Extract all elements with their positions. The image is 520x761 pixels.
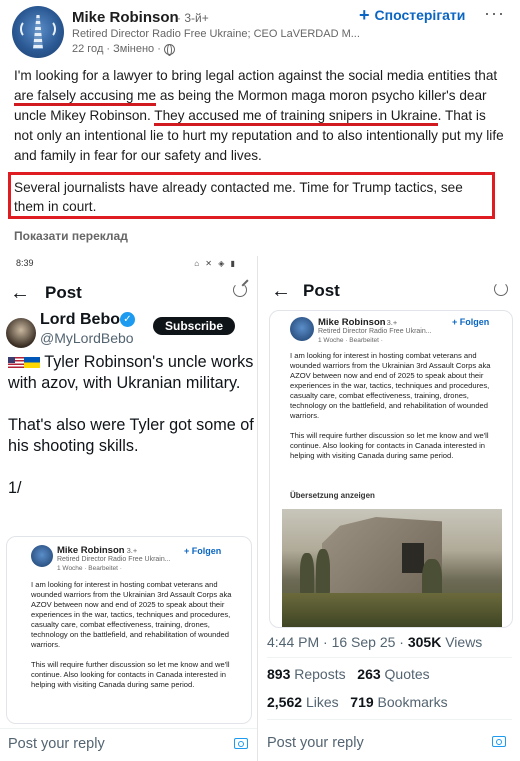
tweet-body: Tyler Robinson's uncle works with azov, … xyxy=(8,352,254,520)
tweet-paragraph: Tyler Robinson's uncle works with azov, … xyxy=(8,352,254,394)
divider xyxy=(267,657,512,658)
post-timestamp: 4:44 PM · 16 Sep 25 · 305K Views xyxy=(267,634,482,650)
plus-icon: + xyxy=(359,5,370,25)
views-count: 305K xyxy=(407,634,442,650)
soldiers-photo xyxy=(282,509,502,627)
embed-follow-label: + Folgen xyxy=(184,546,222,556)
embed-paragraph: I am looking for interest in hosting com… xyxy=(31,580,232,649)
embed-author-name: Mike Robinson xyxy=(57,545,125,556)
author-headline: Retired Director Radio Free Ukraine; CEO… xyxy=(72,28,360,40)
status-icons: ⌂ ✕ ◈ ▮ xyxy=(194,259,237,268)
follow-button[interactable]: + Спостерігати xyxy=(359,5,466,25)
embed-paragraph: I am looking for interest in hosting com… xyxy=(290,351,491,420)
radio-wave-icon xyxy=(42,20,56,38)
avatar[interactable] xyxy=(6,318,36,348)
post-header: ← Post xyxy=(0,280,257,308)
embedded-screenshot[interactable]: Mike Robinson · 3.+ + Folgen Retired Dir… xyxy=(269,310,513,628)
building-opening xyxy=(402,543,424,573)
boxed-paragraph: Several journalists have already contact… xyxy=(14,180,463,214)
embed-headline: Retired Director Radio Free Ukrain... xyxy=(318,328,432,335)
back-arrow-icon[interactable]: ← xyxy=(271,280,291,303)
views-label: Views xyxy=(445,634,483,650)
post-paragraph: I'm looking for a lawyer to bring legal … xyxy=(14,66,504,166)
us-flag-icon xyxy=(8,357,24,368)
body-text: I'm looking for a lawyer to bring legal … xyxy=(14,68,498,83)
back-arrow-icon[interactable]: ← xyxy=(10,282,30,305)
embed-paragraph: This will require further discussion so … xyxy=(290,431,489,460)
embed-follow-label: + Folgen xyxy=(452,317,490,327)
embed-body: I am looking for interest in hosting com… xyxy=(290,351,502,471)
ukraine-flag-icon xyxy=(24,357,40,368)
quotes-label[interactable]: Quotes xyxy=(385,666,430,682)
avatar xyxy=(290,317,314,341)
embed-paragraph: This will require further discussion so … xyxy=(31,660,230,689)
author-handle[interactable]: @MyLordBebo xyxy=(40,330,134,346)
author-name[interactable]: Mike Robinson xyxy=(72,9,179,26)
tweet-paragraph: That's also were Tyler got some of his s… xyxy=(8,416,254,455)
soldier-figure xyxy=(300,553,314,595)
author-avatar[interactable] xyxy=(12,6,64,58)
x-post-right: ← Post Mike Robinson · 3.+ + Folgen Reti… xyxy=(259,256,520,761)
reply-input[interactable]: Post your reply xyxy=(267,735,364,751)
post-meta: 22 год · Змінено · xyxy=(72,43,175,56)
timestamp-text: 4:44 PM · 16 Sep 25 · xyxy=(267,634,404,650)
embed-author-name: Mike Robinson xyxy=(318,317,386,328)
embed-meta: 1 Woche · Bearbeitet · xyxy=(57,565,122,572)
tweet-paragraph: 1/ xyxy=(8,479,22,497)
divider xyxy=(267,719,512,720)
verified-badge-icon: ✓ xyxy=(120,312,135,327)
translation-link: Übersetzung anzeigen xyxy=(290,491,375,500)
engagement-stats: 893 Reposts 263 Quotes xyxy=(267,666,430,682)
grass xyxy=(282,593,502,627)
more-options-icon[interactable]: ··· xyxy=(484,3,505,24)
underlined-phrase: are falsely accusing me xyxy=(14,88,157,106)
subscribe-button[interactable]: Subscribe xyxy=(153,317,235,335)
reposts-label[interactable]: Reposts xyxy=(294,666,345,682)
refresh-icon[interactable] xyxy=(494,282,508,296)
embed-meta: 1 Woche · Bearbeitet · xyxy=(318,337,383,344)
author-name[interactable]: Lord Bebo xyxy=(40,311,120,329)
embed-degree: · 3.+ xyxy=(122,546,138,555)
camera-icon[interactable] xyxy=(234,738,248,749)
camera-icon[interactable] xyxy=(492,736,506,747)
follow-label: Спостерігати xyxy=(374,7,466,23)
soldier-figure xyxy=(316,549,330,595)
quotes-count[interactable]: 263 xyxy=(357,666,380,682)
reply-bar[interactable]: Post your reply xyxy=(0,728,257,761)
connection-degree: · 3-й+ xyxy=(177,11,209,25)
reposts-count[interactable]: 893 xyxy=(267,666,290,682)
globe-icon xyxy=(163,43,175,56)
embed-body: I am looking for interest in hosting com… xyxy=(31,580,241,700)
avatar xyxy=(31,545,53,567)
embed-degree: · 3.+ xyxy=(382,318,398,327)
post-body: I'm looking for a lawyer to bring legal … xyxy=(14,66,504,186)
page-title: Post xyxy=(45,283,82,302)
likes-count[interactable]: 2,562 xyxy=(267,694,302,710)
tweet-text: Tyler Robinson's uncle works with azov, … xyxy=(8,353,254,392)
refresh-icon[interactable] xyxy=(233,283,247,297)
underlined-phrase: They accused me of training snipers in U… xyxy=(154,108,438,126)
show-translation-link[interactable]: Показати переклад xyxy=(14,229,128,243)
post-time: 22 год · Змінено · xyxy=(72,43,161,55)
reply-input[interactable]: Post your reply xyxy=(8,736,105,752)
bookmarks-count[interactable]: 719 xyxy=(350,694,373,710)
reply-bar[interactable]: Post your reply xyxy=(259,729,520,761)
bookmarks-label[interactable]: Bookmarks xyxy=(378,694,448,710)
radio-wave-icon xyxy=(20,20,34,38)
status-time: 8:39 xyxy=(16,258,34,268)
page-title: Post xyxy=(303,281,340,300)
engagement-stats: 2,562 Likes 719 Bookmarks xyxy=(267,694,448,710)
embed-headline: Retired Director Radio Free Ukrain... xyxy=(57,556,171,563)
embedded-screenshot[interactable]: Mike Robinson · 3.+ + Folgen Retired Dir… xyxy=(6,536,252,724)
post-header: ← Post xyxy=(259,278,520,306)
x-post-left: 8:39 ⌂ ✕ ◈ ▮ ← Post Lord Bebo ✓ @MyLordB… xyxy=(0,256,258,761)
likes-label[interactable]: Likes xyxy=(306,694,339,710)
linkedin-post: Mike Robinson · 3-й+ Retired Director Ra… xyxy=(0,0,520,256)
status-bar: 8:39 ⌂ ✕ ◈ ▮ xyxy=(0,256,257,272)
